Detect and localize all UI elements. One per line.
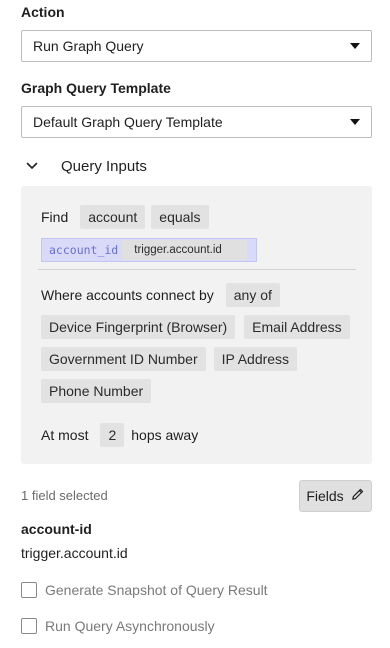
template-label: Graph Query Template	[21, 80, 171, 96]
fields-button-label: Fields	[306, 488, 344, 504]
async-label: Run Query Asynchronously	[45, 618, 215, 634]
connect-mode-tag[interactable]: any of	[225, 283, 280, 307]
connections-row-2: Government ID Number IP Address	[41, 347, 298, 371]
action-select[interactable]: Run Graph Query	[21, 30, 372, 62]
snapshot-option[interactable]: Generate Snapshot of Query Result	[21, 582, 268, 598]
caret-down-icon	[350, 119, 360, 125]
variable-value[interactable]: trigger.account.id	[122, 240, 248, 260]
find-label: Find	[41, 209, 69, 225]
chevron-down-icon[interactable]	[21, 155, 43, 177]
query-inputs-title: Query Inputs	[61, 157, 147, 175]
caret-down-icon	[350, 43, 360, 49]
divider	[38, 269, 356, 270]
template-select-value: Default Graph Query Template	[33, 114, 223, 130]
at-most-label: At most	[41, 427, 89, 443]
connection-tag[interactable]: Email Address	[244, 315, 350, 339]
snapshot-checkbox[interactable]	[21, 582, 37, 598]
field-value: trigger.account.id	[21, 545, 128, 561]
connections-row-1: Device Fingerprint (Browser) Email Addre…	[41, 315, 350, 339]
find-operator-tag[interactable]: equals	[151, 205, 209, 229]
async-checkbox[interactable]	[21, 618, 37, 634]
hops-row: At most 2 hops away	[41, 423, 198, 447]
query-inputs-header[interactable]: Query Inputs	[21, 155, 147, 177]
connect-label: Where accounts connect by	[41, 287, 214, 303]
connections-row-3: Phone Number	[41, 379, 152, 403]
query-inputs-panel: Find account equals account_id trigger.a…	[21, 186, 372, 464]
action-label: Action	[21, 4, 65, 20]
hops-label: hops away	[131, 427, 199, 443]
variable-name: account_id	[49, 243, 119, 257]
pencil-icon	[350, 487, 365, 505]
connection-tag[interactable]: IP Address	[213, 347, 298, 371]
find-row: Find account equals	[41, 205, 209, 229]
fields-count: 1 field selected	[21, 488, 108, 503]
template-select[interactable]: Default Graph Query Template	[21, 106, 372, 138]
action-select-value: Run Graph Query	[33, 38, 144, 54]
find-entity-tag[interactable]: account	[80, 205, 146, 229]
fields-button[interactable]: Fields	[299, 480, 372, 512]
field-key: account-id	[21, 521, 92, 537]
connection-tag[interactable]: Government ID Number	[41, 347, 206, 371]
connection-tag[interactable]: Device Fingerprint (Browser)	[41, 315, 236, 339]
snapshot-label: Generate Snapshot of Query Result	[45, 582, 268, 598]
async-option[interactable]: Run Query Asynchronously	[21, 618, 215, 634]
hops-value-tag[interactable]: 2	[100, 423, 125, 447]
connect-row: Where accounts connect by any of	[41, 283, 280, 307]
connection-tag[interactable]: Phone Number	[41, 379, 152, 403]
variable-input[interactable]: account_id trigger.account.id	[41, 238, 257, 262]
